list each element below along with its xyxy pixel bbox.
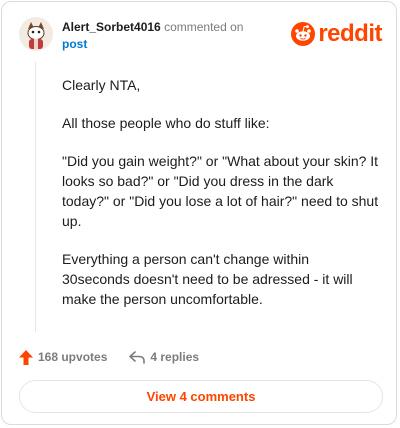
reddit-logo[interactable]: reddit — [291, 21, 382, 47]
user-avatar[interactable] — [19, 17, 53, 51]
upvote-button[interactable]: 168 upvotes — [19, 349, 108, 365]
upvote-arrow-icon — [19, 349, 33, 365]
reply-icon — [129, 350, 146, 364]
comment-card: Alert_Sorbet4016 commented on post reddi… — [1, 1, 397, 425]
username-link[interactable]: Alert_Sorbet4016 — [62, 20, 161, 34]
replies-button[interactable]: 4 replies — [129, 350, 199, 364]
comment-header: Alert_Sorbet4016 commented on post reddi… — [19, 17, 382, 53]
view-comments-button[interactable]: View 4 comments — [19, 380, 383, 413]
comment-action-text: commented on — [164, 20, 244, 34]
avatar-icon — [19, 17, 53, 51]
post-link[interactable]: post — [62, 37, 87, 51]
comment-paragraph: Clearly NTA, — [62, 77, 141, 93]
comment-paragraph: All those people who do stuff like: — [62, 115, 270, 131]
comment-paragraph: "Did you gain weight?" or "What about yo… — [62, 153, 379, 229]
upvote-count: 168 upvotes — [38, 350, 108, 364]
reply-count: 4 replies — [150, 350, 200, 364]
comment-body: Clearly NTA, All those people who do stu… — [62, 75, 380, 327]
thread-line — [35, 62, 36, 332]
comment-meta: Alert_Sorbet4016 commented on post — [62, 19, 243, 53]
comment-actions: 168 upvotes 4 replies — [19, 348, 199, 366]
reddit-snoo-icon — [291, 22, 316, 46]
comment-paragraph: Everything a person can't change within … — [62, 251, 353, 307]
reddit-wordmark: reddit — [318, 20, 382, 47]
